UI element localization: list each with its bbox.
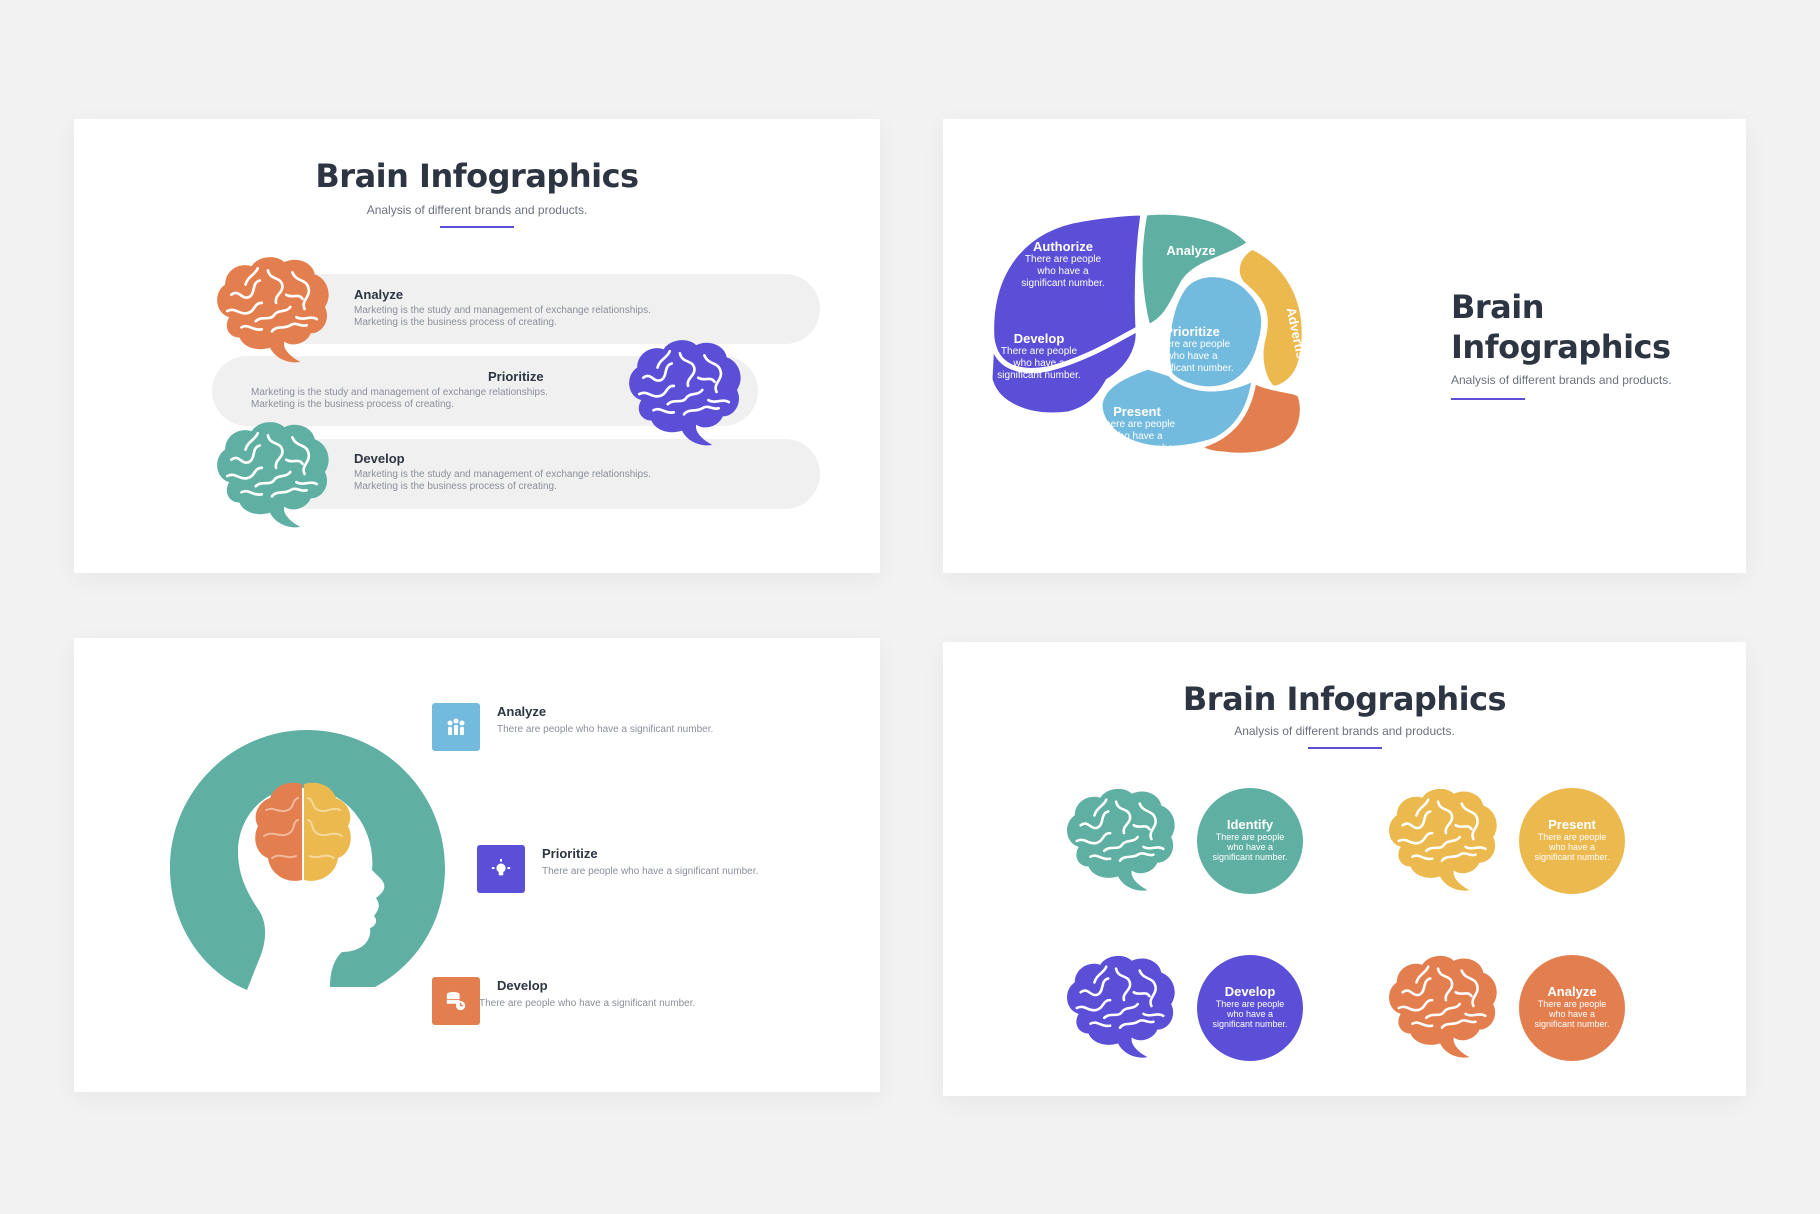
segment-label-present: Present There are people who have a sign… <box>1095 404 1179 454</box>
segment-label-identify: Identify <box>1255 451 1303 466</box>
brain-icon <box>210 419 334 531</box>
accent-line <box>440 226 514 228</box>
slide-2[interactable]: Authorize There are people who have a si… <box>943 119 1746 573</box>
brain-icon <box>1061 952 1179 1062</box>
slide-subtitle: Analysis of different brands and product… <box>1451 373 1672 387</box>
circle-label: Identify There are people who have a sig… <box>1212 817 1288 862</box>
brain-icon <box>1383 952 1501 1062</box>
segment-label-authorize: Authorize There are people who have a si… <box>1021 239 1105 289</box>
item-text: There are people who have a significant … <box>479 998 696 1009</box>
item-title: Prioritize <box>488 369 544 384</box>
item-text: Marketing is the study and management of… <box>354 305 651 316</box>
brain-icon <box>1061 785 1179 895</box>
slide-title: Brain Infographics <box>315 157 639 195</box>
item-text: There are people who have a significant … <box>542 866 759 877</box>
brain-icon <box>210 254 334 366</box>
slide-title: Brain Infographics <box>1451 288 1671 366</box>
slide-3[interactable]: Analyze There are people who have a sign… <box>74 638 880 1092</box>
slide-subtitle: Analysis of different brands and product… <box>366 203 588 217</box>
slide-subtitle: Analysis of different brands and product… <box>1234 724 1455 738</box>
brain-icon <box>622 337 746 449</box>
circle-label: Analyze There are people who have a sign… <box>1534 984 1610 1029</box>
segment-label-develop: Develop There are people who have a sign… <box>997 331 1081 381</box>
people-icon <box>432 703 480 751</box>
item-title: Analyze <box>354 287 404 302</box>
circle-label: Present There are people who have a sign… <box>1534 817 1610 862</box>
item-text: Marketing is the business process of cre… <box>354 317 557 328</box>
segment-label-analyze: Analyze <box>1166 243 1216 258</box>
slide-4[interactable]: Brain Infographics Analysis of different… <box>943 642 1746 1096</box>
item-title: Develop <box>354 451 405 466</box>
circle-label: Develop There are people who have a sign… <box>1212 984 1288 1029</box>
item-text: There are people who have a significant … <box>497 724 714 735</box>
item-title: Analyze <box>497 704 547 719</box>
item-text: Marketing is the business process of cre… <box>251 399 454 410</box>
brain-icon <box>1383 785 1501 895</box>
segment-label-prioritize: Prioritize There are people who have a s… <box>1150 324 1234 374</box>
item-text: Marketing is the study and management of… <box>251 387 548 398</box>
slide-1[interactable]: Brain Infographics Analysis of different… <box>74 119 880 573</box>
item-title: Prioritize <box>542 846 598 861</box>
item-title: Develop <box>497 978 548 993</box>
lightbulb-icon <box>477 845 525 893</box>
accent-line <box>1308 747 1382 749</box>
item-text: Marketing is the business process of cre… <box>354 481 557 492</box>
database-clock-icon <box>432 977 480 1025</box>
brain-icon <box>255 782 351 881</box>
slide-title: Brain Infographics <box>1182 680 1507 718</box>
accent-line <box>1451 398 1525 400</box>
item-text: Marketing is the study and management of… <box>354 469 651 480</box>
